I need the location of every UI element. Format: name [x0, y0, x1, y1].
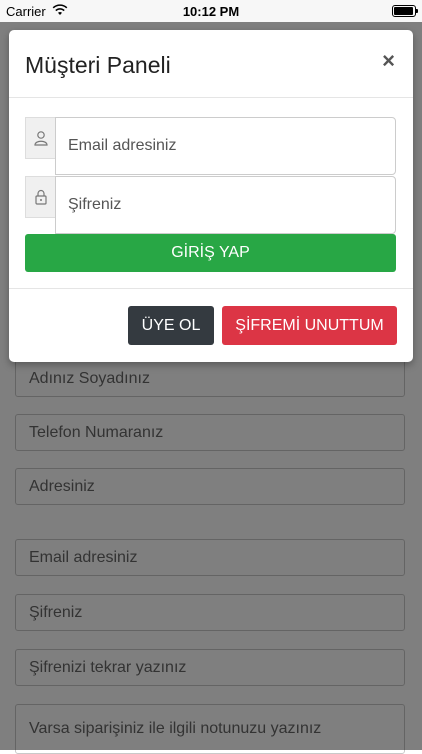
forgot-password-button[interactable]: ŞİFREMİ UNUTTUM — [222, 306, 397, 345]
battery-icon — [392, 5, 418, 17]
register-button[interactable]: ÜYE OL — [128, 306, 214, 345]
login-button[interactable]: GİRİŞ YAP — [25, 234, 396, 272]
clock: 10:12 PM — [182, 3, 240, 19]
email-input[interactable]: Email adresiniz — [55, 117, 396, 175]
password-input[interactable]: Şifreniz — [55, 176, 396, 234]
modal-title: Müşteri Paneli — [25, 52, 171, 78]
user-icon — [25, 117, 55, 159]
close-button[interactable]: × — [382, 48, 395, 74]
modal-header: Müşteri Paneli × — [9, 30, 413, 98]
login-modal: Müşteri Paneli × Email adresiniz Şifreni… — [9, 30, 413, 362]
modal-footer-divider — [9, 288, 413, 289]
lock-icon — [25, 176, 55, 218]
password-input-group: Şifreniz — [25, 176, 396, 234]
email-input-group: Email adresiniz — [25, 117, 396, 175]
status-bar: Carrier 10:12 PM — [0, 0, 422, 22]
